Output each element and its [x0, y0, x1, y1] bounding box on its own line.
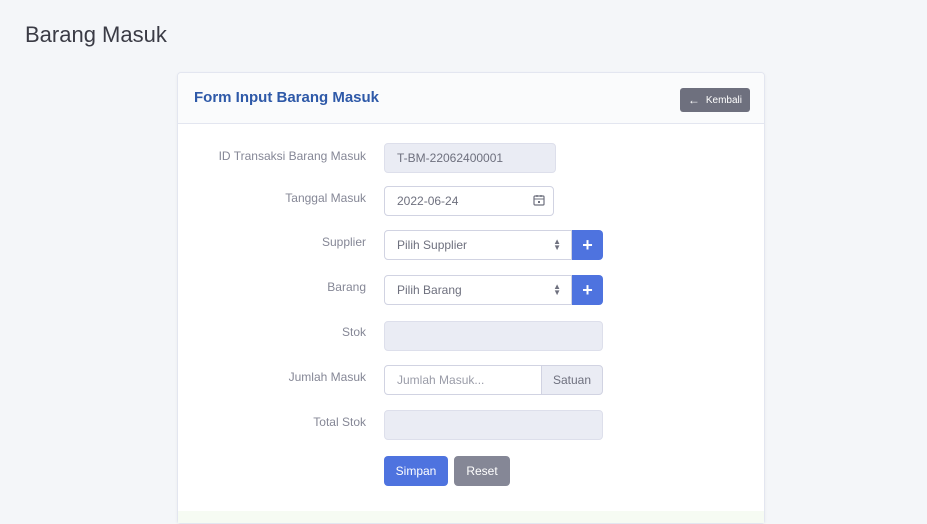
- page-title: Barang Masuk: [25, 22, 167, 47]
- tanggal-masuk-label: Tanggal Masuk: [285, 191, 366, 205]
- form-title: Form Input Barang Masuk: [194, 89, 380, 106]
- barang-select[interactable]: Pilih Barang ▲ ▼: [384, 275, 572, 305]
- total-stok-label: Total Stok: [313, 415, 366, 429]
- tanggal-masuk-value: 2022-06-24: [397, 194, 459, 208]
- back-button[interactable]: ← Kembali: [679, 88, 750, 112]
- jumlah-masuk-placeholder: Jumlah Masuk...: [397, 373, 485, 387]
- id-transaksi-label: ID Transaksi Barang Masuk: [218, 149, 366, 163]
- id-transaksi-field: T-BM-22062400001: [384, 143, 556, 173]
- tanggal-masuk-input[interactable]: 2022-06-24: [384, 186, 554, 216]
- satuan-label: Satuan: [552, 373, 592, 387]
- stok-field: [384, 321, 603, 351]
- save-button-label: Simpan: [395, 464, 437, 478]
- form-card: Form Input Barang Masuk ← Kembali ID Tra…: [177, 72, 765, 524]
- supplier-select-value: Pilih Supplier: [397, 238, 468, 252]
- reset-button-label: Reset: [466, 464, 498, 478]
- add-supplier-button[interactable]: +: [572, 230, 603, 260]
- arrow-left-icon: ←: [687, 93, 700, 107]
- add-barang-button[interactable]: +: [572, 275, 603, 305]
- barang-select-value: Pilih Barang: [397, 283, 462, 297]
- chevron-up-down-icon: ▲ ▼: [553, 282, 561, 297]
- satuan-addon: Satuan: [541, 365, 603, 395]
- stok-label: Stok: [341, 325, 366, 339]
- jumlah-masuk-input[interactable]: Jumlah Masuk...: [384, 365, 542, 395]
- total-stok-field: [384, 410, 603, 440]
- reset-button[interactable]: Reset: [454, 456, 510, 486]
- supplier-label: Supplier: [321, 235, 366, 249]
- plus-icon: +: [582, 234, 593, 255]
- back-button-label: Kembali: [705, 94, 742, 106]
- barang-label: Barang: [327, 280, 366, 294]
- save-button[interactable]: Simpan: [384, 456, 448, 486]
- plus-icon: +: [582, 279, 593, 300]
- supplier-select[interactable]: Pilih Supplier ▲ ▼: [384, 230, 572, 260]
- jumlah-masuk-label: Jumlah Masuk: [288, 370, 366, 384]
- calendar-icon[interactable]: [533, 194, 545, 206]
- card-header: Form Input Barang Masuk ← Kembali: [178, 73, 764, 124]
- id-transaksi-value: T-BM-22062400001: [397, 151, 504, 165]
- card-footer: [178, 511, 764, 523]
- chevron-up-down-icon: ▲ ▼: [553, 237, 561, 252]
